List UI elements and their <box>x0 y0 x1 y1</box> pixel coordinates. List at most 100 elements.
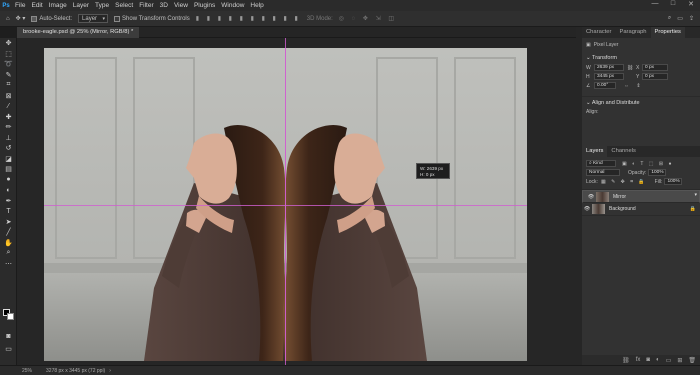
layer-kind-label: Pixel Layer <box>593 42 619 48</box>
new-layer-icon[interactable]: ⊞ <box>677 357 682 364</box>
close-window-button[interactable]: ✕ <box>682 0 700 8</box>
maximize-button[interactable]: □ <box>664 0 682 8</box>
lasso-tool-icon[interactable]: ➰ <box>0 59 17 70</box>
hand-tool-icon[interactable]: ✋ <box>0 238 17 249</box>
marquee-tool-icon[interactable]: ⬚ <box>0 49 17 60</box>
stamp-tool-icon[interactable]: ⊥ <box>0 133 17 144</box>
minimize-button[interactable]: — <box>646 0 664 8</box>
align-buttons[interactable]: ▮ ▮ ▮ ▮ ▮ ▮ ▮ ▮ ▮ ▮ <box>196 15 301 22</box>
layer-row-mirror[interactable]: 👁 Mirror <box>582 190 700 203</box>
canvas-area[interactable]: W: 2639 px H: 0 px <box>17 38 576 365</box>
new-group-icon[interactable]: ▭ <box>666 357 672 364</box>
y-field[interactable]: 0 px <box>642 73 668 80</box>
transform-chevron-icon[interactable]: ⌄ <box>586 55 591 61</box>
auto-select-target-dropdown[interactable]: Layer <box>78 14 109 23</box>
tab-properties[interactable]: Properties <box>650 27 685 38</box>
layers-footer: ⛓ fx ◙ ◐ ▭ ⊞ 🗑 <box>582 355 700 365</box>
auto-select-checkbox[interactable] <box>31 15 38 22</box>
link-layers-icon[interactable]: ⛓ <box>622 357 630 364</box>
brush-tool-icon[interactable]: ✏ <box>0 122 17 133</box>
blend-mode-dropdown[interactable]: Normal <box>586 169 620 176</box>
properties-tabs: Character Paragraph Properties <box>582 27 700 38</box>
angle-field[interactable]: 0.00° <box>594 82 616 89</box>
menu-filter[interactable]: Filter <box>136 2 156 9</box>
layer-filter-icons[interactable]: ▣ ◐ T ⬚ ⊞ ● <box>622 161 674 167</box>
document-tab[interactable]: brooke-eagle.psd @ 25% (Mirror, RGB/8) * <box>17 27 140 38</box>
quick-mask-icon[interactable]: ◙ <box>0 331 17 342</box>
gradient-tool-icon[interactable]: ▤ <box>0 164 17 175</box>
delete-layer-icon[interactable]: 🗑 <box>688 357 696 364</box>
eyedropper-tool-icon[interactable]: ⁄ <box>0 101 17 112</box>
menu-window[interactable]: Window <box>218 2 247 9</box>
flip-buttons[interactable]: ⇔ ⇕ <box>624 83 644 89</box>
tab-layers[interactable]: Layers <box>582 146 608 157</box>
fill-label: Fill: <box>654 178 663 185</box>
status-bar: 25% 3278 px x 3445 px (72 ppi) › <box>0 365 700 375</box>
zoom-level[interactable]: 25% <box>22 368 32 374</box>
layer-thumbnail <box>596 191 609 202</box>
menu-view[interactable]: View <box>171 2 191 9</box>
menu-plugins[interactable]: Plugins <box>191 2 218 9</box>
height-field[interactable]: 3445 px <box>594 73 624 80</box>
layer-row-background[interactable]: 👁 Background 🔒 <box>582 203 700 216</box>
visibility-eye-icon[interactable]: 👁 <box>586 193 596 201</box>
screen-mode-icon[interactable]: ▭ <box>0 344 17 355</box>
fx-icon[interactable]: fx <box>636 357 641 363</box>
layers-list: 👁 Mirror 👁 Background 🔒 <box>582 189 700 216</box>
status-arrow-icon[interactable]: › <box>109 368 111 374</box>
zoom-tool-icon[interactable]: ⌕ <box>0 248 17 259</box>
pixel-layer-icon: ▣ <box>586 42 591 48</box>
add-mask-icon[interactable]: ◙ <box>646 357 650 363</box>
frame-tool-icon[interactable]: ⊠ <box>0 91 17 102</box>
menu-type[interactable]: Type <box>92 2 112 9</box>
x-field[interactable]: 0 px <box>642 64 668 71</box>
tab-paragraph[interactable]: Paragraph <box>615 27 650 38</box>
document-info: 3278 px x 3445 px (72 ppi) <box>46 367 106 374</box>
fill-field[interactable]: 100% <box>664 178 683 185</box>
pen-tool-icon[interactable]: ✒ <box>0 196 17 207</box>
filter-kind-dropdown[interactable]: ⌕ Kind <box>586 160 616 167</box>
menu-image[interactable]: Image <box>46 2 70 9</box>
more-tools-icon[interactable]: ⋯ <box>0 259 17 270</box>
link-icon[interactable]: ⛓ <box>624 65 636 71</box>
share-icon[interactable]: ⇪ <box>689 15 694 22</box>
3d-mode-buttons[interactable]: ◎ ◌ ✥ ⇲ ◫ <box>339 15 397 22</box>
menu-edit[interactable]: Edit <box>28 2 45 9</box>
history-brush-tool-icon[interactable]: ↺ <box>0 143 17 154</box>
photoshop-logo-icon: Ps <box>2 2 10 9</box>
lock-icons[interactable]: ▦ ✎ ✥ ⌗ 🔒 <box>601 179 647 185</box>
type-tool-icon[interactable]: T <box>0 206 17 217</box>
visibility-eye-icon[interactable]: 👁 <box>582 206 592 212</box>
menu-select[interactable]: Select <box>112 2 136 9</box>
opacity-field[interactable]: 100% <box>648 169 667 176</box>
healing-tool-icon[interactable]: ✚ <box>0 112 17 123</box>
eraser-tool-icon[interactable]: ◪ <box>0 154 17 165</box>
search-icon[interactable]: ⌕ <box>668 15 671 22</box>
menu-file[interactable]: File <box>12 2 28 9</box>
blur-tool-icon[interactable]: ● <box>0 175 17 186</box>
menu-help[interactable]: Help <box>247 2 266 9</box>
path-select-tool-icon[interactable]: ➤ <box>0 217 17 228</box>
dodge-tool-icon[interactable]: ◐ <box>0 185 17 196</box>
move-tool-icon[interactable]: ✥ <box>0 38 17 49</box>
crop-tool-icon[interactable]: ⌗ <box>0 80 17 91</box>
options-bar: ⌂ ✥ ▾ Auto-Select: Layer Show Transform … <box>0 11 700 27</box>
tab-channels[interactable]: Channels <box>607 146 640 157</box>
background-color-swatch[interactable] <box>7 313 14 320</box>
quick-select-tool-icon[interactable]: ✎ <box>0 70 17 81</box>
home-icon[interactable]: ⌂ <box>6 16 10 22</box>
layers-panel: Layers Channels ⌕ Kind ▣ ◐ T ⬚ ⊞ ● Norma… <box>582 146 700 365</box>
layer-name: Mirror <box>613 193 627 200</box>
move-tool-icon[interactable]: ✥ ▾ <box>16 15 26 22</box>
opacity-label: Opacity: <box>628 169 647 176</box>
shape-tool-icon[interactable]: ╱ <box>0 227 17 238</box>
align-chevron-icon[interactable]: ⌄ <box>586 100 591 106</box>
adjustment-layer-icon[interactable]: ◐ <box>656 357 660 363</box>
width-field[interactable]: 2639 px <box>594 64 624 71</box>
tab-character[interactable]: Character <box>582 27 615 38</box>
menu-3d[interactable]: 3D <box>157 2 171 9</box>
show-transform-checkbox[interactable] <box>114 15 121 22</box>
workspace-icon[interactable]: ▭ <box>677 15 683 22</box>
canvas-vertical-guide[interactable] <box>285 38 286 365</box>
menu-layer[interactable]: Layer <box>70 2 92 9</box>
